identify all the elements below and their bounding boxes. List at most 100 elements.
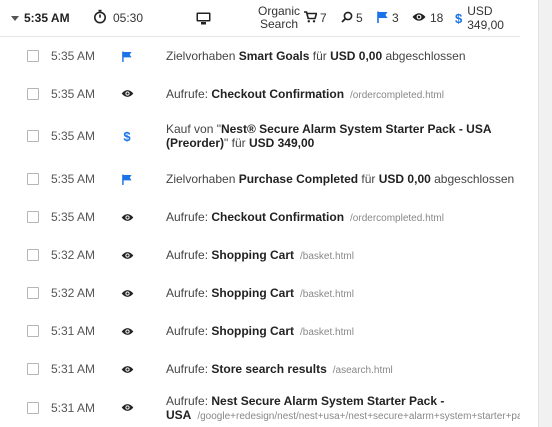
- row-checkbox[interactable]: [27, 325, 39, 337]
- row-time: 5:32 AM: [51, 286, 96, 300]
- desktop-icon: [196, 0, 211, 36]
- row-text-part: abgeschlossen: [430, 172, 515, 186]
- row-text-part: Zielvorhaben: [166, 172, 239, 186]
- eye-icon: [120, 324, 134, 338]
- session-duration: 05:30: [93, 0, 143, 36]
- row-time: 5:35 AM: [51, 86, 96, 101]
- goals-count-value: 3: [392, 11, 399, 25]
- session-time: 5:35 AM: [24, 11, 70, 25]
- row-text-part: USD 0,00: [378, 172, 431, 186]
- page-url: /ordercompleted.html: [350, 213, 444, 224]
- cart-icon: [304, 10, 318, 26]
- eye-icon: [120, 401, 134, 415]
- row-text-part: Zielvorhaben: [166, 49, 239, 63]
- row-description: Aufrufe: Nest Secure Alarm System Starte…: [166, 394, 520, 424]
- activity-row: 5:32 AM Aufrufe: Shopping Cart/basket.htm…: [0, 274, 520, 312]
- row-text-part: USD 0,00: [330, 49, 383, 63]
- activity-row: 5:31 AM Aufrufe: Shopping Cart/basket.htm…: [0, 312, 520, 350]
- row-text-part: Shopping Cart: [211, 324, 295, 338]
- activity-row: 5:35 AM Aufrufe: Checkout Confirmation/or…: [0, 75, 520, 112]
- row-time: 5:35 AM: [51, 210, 96, 224]
- row-text-part: USD 349,00: [248, 136, 315, 150]
- row-text-part: Nest Secure Alarm System Starter Pack -: [211, 393, 445, 408]
- row-description: Aufrufe: Checkout Confirmation/ordercomp…: [166, 210, 520, 226]
- row-time: 5:35 AM: [51, 49, 96, 63]
- row-description: Aufrufe: Shopping Cart/basket.html: [166, 324, 520, 340]
- row-text-part: Store search results: [211, 362, 327, 376]
- row-checkbox[interactable]: [27, 363, 39, 375]
- row-description: Aufrufe: Shopping Cart/basket.html: [166, 248, 520, 264]
- row-text-part: Nest® Secure Alarm System Starter Pack -…: [220, 122, 492, 136]
- duration-value: 05:30: [113, 11, 144, 25]
- revenue-total: $ USD 349,00: [455, 0, 520, 36]
- flag-icon: [120, 172, 134, 186]
- row-text-part: Kauf von ": [166, 122, 221, 136]
- eye-icon: [120, 362, 134, 376]
- row-description: Kauf von "Nest® Secure Alarm System Star…: [166, 122, 520, 150]
- row-text-part: Aufrufe:: [166, 86, 212, 101]
- revenue-value: USD 349,00: [467, 4, 504, 32]
- row-checkbox[interactable]: [27, 249, 39, 261]
- views-count: 18: [412, 0, 443, 36]
- dollar-icon: $: [455, 10, 463, 26]
- collapse-caret-icon[interactable]: [10, 0, 20, 36]
- row-time: 5:31 AM: [51, 362, 96, 376]
- row-checkbox[interactable]: [27, 287, 39, 299]
- row-time: 5:35 AM: [51, 129, 96, 143]
- row-text-part: Aufrufe:: [166, 210, 212, 224]
- row-checkbox[interactable]: [27, 173, 39, 185]
- flag-icon: [377, 11, 388, 26]
- search-icon: [341, 11, 353, 26]
- cart-count: 7: [304, 0, 327, 36]
- activity-row: 5:35 AM Zielvorhaben Purchase Completed f…: [0, 160, 520, 198]
- page-url: /google+redesign/nest/nest+usa+/nest+sec…: [197, 410, 520, 422]
- activity-row: 5:32 AM Aufrufe: Shopping Cart/basket.htm…: [0, 236, 520, 274]
- activity-row: 5:31 AM Aufrufe: Nest Secure Alarm System…: [0, 388, 520, 427]
- row-text-part: Aufrufe:: [166, 324, 212, 338]
- row-text-part: Checkout Confirmation: [211, 86, 345, 101]
- stopwatch-icon: [93, 9, 107, 27]
- page-url: /ordercompleted.html: [350, 89, 444, 101]
- activity-row: 5:35 AM Zielvorhaben Smart Goals für USD …: [0, 37, 520, 75]
- traffic-source: Organic Search: [258, 0, 300, 36]
- activity-row: 5:35 AM $ Kauf von "Nest® Secure Alarm Sys…: [0, 112, 520, 160]
- row-text-part: Aufrufe:: [166, 362, 212, 376]
- row-description: Aufrufe: Checkout Confirmation/ordercomp…: [166, 87, 520, 103]
- row-checkbox[interactable]: [27, 87, 39, 100]
- row-description: Zielvorhaben Purchase Completed für USD …: [166, 172, 520, 186]
- row-text-part: " für: [224, 136, 249, 150]
- page-url: /basket.html: [300, 251, 354, 262]
- row-text-part: Smart Goals: [238, 49, 310, 63]
- row-description: Aufrufe: Shopping Cart/basket.html: [166, 286, 520, 302]
- flag-icon: [120, 49, 134, 63]
- row-checkbox[interactable]: [27, 401, 39, 414]
- activity-row: 5:31 AM Aufrufe: Store search results/ase…: [0, 350, 520, 388]
- row-text-part: Aufrufe:: [166, 393, 212, 408]
- scrollbar[interactable]: [538, 0, 552, 427]
- views-count-value: 18: [430, 11, 444, 25]
- row-text-part: Checkout Confirmation: [211, 210, 345, 224]
- activity-row: 5:35 AM Aufrufe: Checkout Confirmation/or…: [0, 198, 520, 236]
- row-text-part: abgeschlossen: [382, 49, 466, 63]
- search-count-value: 5: [356, 11, 363, 25]
- row-description: Zielvorhaben Smart Goals für USD 0,00 ab…: [166, 49, 520, 63]
- row-text-part: Shopping Cart: [211, 248, 295, 262]
- dollar-icon: $: [123, 128, 131, 144]
- cart-count-value: 7: [320, 11, 327, 25]
- row-checkbox[interactable]: [27, 130, 39, 142]
- row-text-part: Purchase Completed: [238, 172, 359, 186]
- row-text-part: für: [358, 172, 379, 186]
- row-text-part: USA: [166, 407, 192, 422]
- row-checkbox[interactable]: [27, 50, 39, 62]
- page-url: /basket.html: [300, 289, 354, 300]
- row-time: 5:32 AM: [51, 248, 96, 262]
- row-text-part: für: [309, 49, 331, 63]
- eye-icon: [120, 87, 134, 101]
- page-url: /asearch.html: [332, 365, 393, 376]
- page-url: /basket.html: [300, 327, 354, 338]
- goals-count: 3: [377, 0, 399, 36]
- search-count: 5: [341, 0, 363, 36]
- row-checkbox[interactable]: [27, 211, 39, 223]
- row-time: 5:31 AM: [51, 400, 96, 415]
- eye-icon: [120, 248, 134, 262]
